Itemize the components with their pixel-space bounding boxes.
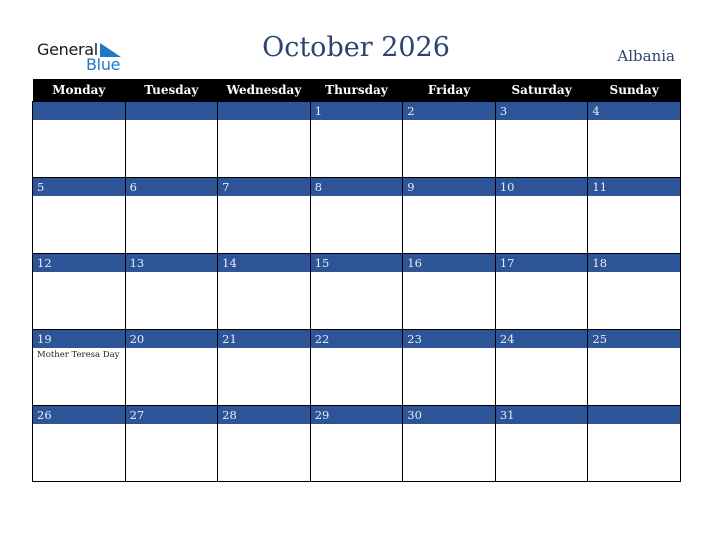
- day-cell[interactable]: 7: [217, 177, 311, 254]
- country-label: Albania: [617, 47, 675, 65]
- day-cell[interactable]: 1: [309, 101, 404, 178]
- day-number: [125, 102, 218, 120]
- day-number: 17: [495, 254, 588, 272]
- day-number: 24: [495, 330, 588, 348]
- day-cell[interactable]: [587, 405, 681, 482]
- day-number: 11: [588, 178, 680, 196]
- day-number: 8: [310, 178, 403, 196]
- day-cell[interactable]: 11: [587, 177, 681, 254]
- weekday-header: Tuesday: [125, 79, 218, 102]
- day-cell[interactable]: 25: [587, 329, 681, 406]
- day-number: 1: [310, 102, 403, 120]
- day-cell[interactable]: 14: [217, 253, 311, 330]
- weekday-header: Wednesday: [217, 79, 311, 102]
- day-number: [33, 102, 125, 120]
- day-cell[interactable]: 12: [32, 253, 126, 330]
- day-cell[interactable]: 21: [217, 329, 311, 406]
- day-number: 16: [403, 254, 495, 272]
- day-cell[interactable]: [217, 101, 311, 178]
- calendar-grid: Monday Tuesday Wednesday Thursday Friday…: [32, 79, 681, 482]
- day-number: 9: [403, 178, 495, 196]
- day-cell[interactable]: 29: [309, 405, 404, 482]
- day-cell[interactable]: 22: [309, 329, 404, 406]
- weekday-header: Monday: [32, 79, 126, 102]
- week-row: 1234: [32, 101, 681, 178]
- day-number: 27: [125, 406, 218, 424]
- day-number: 20: [125, 330, 218, 348]
- day-cell[interactable]: 3: [494, 101, 589, 178]
- day-cell[interactable]: 2: [402, 101, 496, 178]
- day-cell[interactable]: 16: [402, 253, 496, 330]
- weekday-header-row: Monday Tuesday Wednesday Thursday Friday…: [32, 79, 681, 102]
- day-number: 18: [588, 254, 680, 272]
- day-cell[interactable]: 13: [124, 253, 219, 330]
- day-number: 12: [33, 254, 125, 272]
- day-number: [218, 102, 310, 120]
- day-number: 5: [33, 178, 125, 196]
- weekday-header: Saturday: [495, 79, 588, 102]
- day-cell[interactable]: 8: [309, 177, 404, 254]
- day-number: 13: [125, 254, 218, 272]
- day-number: 25: [588, 330, 680, 348]
- day-number: 30: [403, 406, 495, 424]
- weekday-header: Sunday: [587, 79, 681, 102]
- week-row: 12 13 14 15 16 17 18: [32, 253, 681, 330]
- day-cell[interactable]: 28: [217, 405, 311, 482]
- holiday-event: Mother Teresa Day: [37, 350, 120, 360]
- day-cell[interactable]: 20: [124, 329, 219, 406]
- day-cell[interactable]: 19 Mother Teresa Day: [32, 329, 126, 406]
- day-cell[interactable]: 30: [402, 405, 496, 482]
- day-number: 26: [33, 406, 125, 424]
- day-number: 21: [218, 330, 310, 348]
- day-cell[interactable]: 15: [309, 253, 404, 330]
- day-cell[interactable]: [32, 101, 126, 178]
- day-number: 31: [495, 406, 588, 424]
- calendar-title: October 2026: [262, 32, 450, 63]
- day-number: 7: [218, 178, 310, 196]
- day-number: [588, 406, 680, 424]
- weekday-header: Friday: [402, 79, 496, 102]
- day-number: 3: [495, 102, 588, 120]
- day-number: 28: [218, 406, 310, 424]
- day-cell[interactable]: 6: [124, 177, 219, 254]
- day-cell[interactable]: 24: [494, 329, 589, 406]
- week-row: 19 Mother Teresa Day 20 21 22 23 24 25: [32, 329, 681, 406]
- day-cell[interactable]: 23: [402, 329, 496, 406]
- day-number: 23: [403, 330, 495, 348]
- day-cell[interactable]: 5: [32, 177, 126, 254]
- day-cell[interactable]: [124, 101, 219, 178]
- day-number: 14: [218, 254, 310, 272]
- day-cell[interactable]: 18: [587, 253, 681, 330]
- day-number: 15: [310, 254, 403, 272]
- day-cell[interactable]: 10: [494, 177, 589, 254]
- weekday-header: Thursday: [310, 79, 403, 102]
- day-cell[interactable]: 9: [402, 177, 496, 254]
- week-row: 26 27 28 29 30 31: [32, 405, 681, 482]
- day-cell[interactable]: 17: [494, 253, 589, 330]
- day-cell[interactable]: 26: [32, 405, 126, 482]
- day-number: 29: [310, 406, 403, 424]
- day-number: 2: [403, 102, 495, 120]
- day-number: 10: [495, 178, 588, 196]
- day-cell[interactable]: 27: [124, 405, 219, 482]
- day-number: 6: [125, 178, 218, 196]
- day-number: 19: [33, 330, 125, 348]
- day-cell[interactable]: 31: [494, 405, 589, 482]
- day-number: 4: [588, 102, 680, 120]
- day-cell[interactable]: 4: [587, 101, 681, 178]
- week-row: 5 6 7 8 9 10 11: [32, 177, 681, 254]
- day-number: 22: [310, 330, 403, 348]
